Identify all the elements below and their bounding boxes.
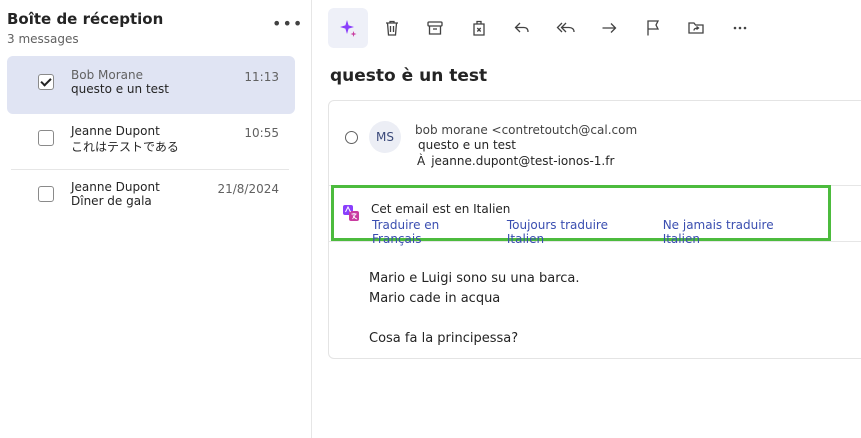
more-icon: ••• bbox=[272, 14, 304, 33]
reply-all-button[interactable] bbox=[546, 8, 586, 48]
forward-icon bbox=[602, 23, 617, 33]
more-options-button[interactable]: ••• bbox=[272, 16, 302, 38]
recipient-line: Àjeanne.dupont@test-ionos-1.fr bbox=[417, 154, 614, 168]
reply-icon bbox=[514, 22, 529, 33]
body-line: Cosa fa la principessa? bbox=[369, 331, 519, 346]
more-icon bbox=[733, 26, 746, 30]
select-checkbox[interactable] bbox=[38, 74, 54, 90]
select-checkbox[interactable] bbox=[38, 130, 54, 146]
translate-icon bbox=[343, 205, 359, 221]
avatar: MS bbox=[369, 121, 401, 153]
always-translate-link[interactable]: Toujours traduire Italien bbox=[507, 218, 645, 246]
list-item[interactable]: Jeanne Dupont Dîner de gala 21/8/2024 bbox=[7, 168, 295, 226]
message-subject: questo e un test bbox=[418, 138, 516, 152]
forward-button[interactable] bbox=[589, 8, 629, 48]
message-count: 3 messages bbox=[7, 32, 79, 46]
move-icon bbox=[688, 22, 704, 34]
copilot-button[interactable] bbox=[328, 8, 368, 48]
body-line bbox=[369, 309, 580, 329]
list-item-subject: これはテストである bbox=[71, 140, 179, 154]
select-checkbox[interactable] bbox=[38, 186, 54, 202]
list-item[interactable]: Bob Morane questo e un test 11:13 bbox=[7, 56, 295, 114]
list-item-subject: questo e un test bbox=[71, 82, 169, 96]
list-item-time: 21/8/2024 bbox=[217, 182, 279, 196]
reading-toolbar bbox=[328, 8, 763, 48]
message-card: MS bob morane <contretoutch@cal.com ques… bbox=[328, 100, 861, 359]
language-detected-text: Cet email est en Italien bbox=[371, 202, 511, 216]
junk-button[interactable] bbox=[459, 8, 499, 48]
never-translate-link[interactable]: Ne jamais traduire Italien bbox=[663, 218, 810, 246]
reply-button[interactable] bbox=[502, 8, 542, 48]
list-item-time: 10:55 bbox=[244, 126, 279, 140]
recipient-address[interactable]: jeanne.dupont@test-ionos-1.fr bbox=[431, 154, 614, 168]
reply-all-icon bbox=[556, 22, 575, 33]
list-item-subject: Dîner de gala bbox=[71, 194, 152, 208]
list-item-sender: Jeanne Dupont bbox=[71, 180, 160, 194]
flag-button[interactable] bbox=[633, 8, 673, 48]
select-radio[interactable] bbox=[345, 131, 358, 144]
body-line: Mario e Luigi sono su una barca. bbox=[369, 271, 580, 286]
list-item-time: 11:13 bbox=[244, 70, 279, 84]
list-item[interactable]: Jeanne Dupont これはテストである 10:55 bbox=[7, 112, 295, 170]
sender-address[interactable]: bob morane <contretoutch@cal.com bbox=[415, 123, 637, 137]
sparkle-icon bbox=[340, 20, 357, 37]
recipient-prefix: À bbox=[417, 154, 426, 168]
translate-link[interactable]: Traduire en Français bbox=[372, 218, 489, 246]
more-actions-button[interactable] bbox=[720, 8, 760, 48]
list-item-sender: Jeanne Dupont bbox=[71, 124, 160, 138]
email-subject-title: questo è un test bbox=[330, 66, 488, 86]
archive-button[interactable] bbox=[415, 8, 455, 48]
message-body: Mario e Luigi sono su una barca. Mario c… bbox=[369, 269, 580, 349]
move-button[interactable] bbox=[676, 8, 716, 48]
folder-title: Boîte de réception bbox=[7, 10, 164, 28]
delete-button[interactable] bbox=[372, 8, 412, 48]
archive-icon bbox=[427, 21, 443, 35]
translation-actions: Traduire en Français Toujours traduire I… bbox=[372, 218, 828, 246]
delete-all-icon bbox=[472, 20, 485, 36]
trash-icon bbox=[385, 20, 398, 36]
body-line: Mario cade in acqua bbox=[369, 291, 501, 306]
flag-icon bbox=[646, 20, 659, 36]
list-item-sender: Bob Morane bbox=[71, 68, 143, 82]
message-list-pane: Boîte de réception 3 messages ••• Bob Mo… bbox=[0, 0, 312, 438]
translation-bar: Cet email est en Italien Traduire en Fra… bbox=[331, 185, 831, 246]
